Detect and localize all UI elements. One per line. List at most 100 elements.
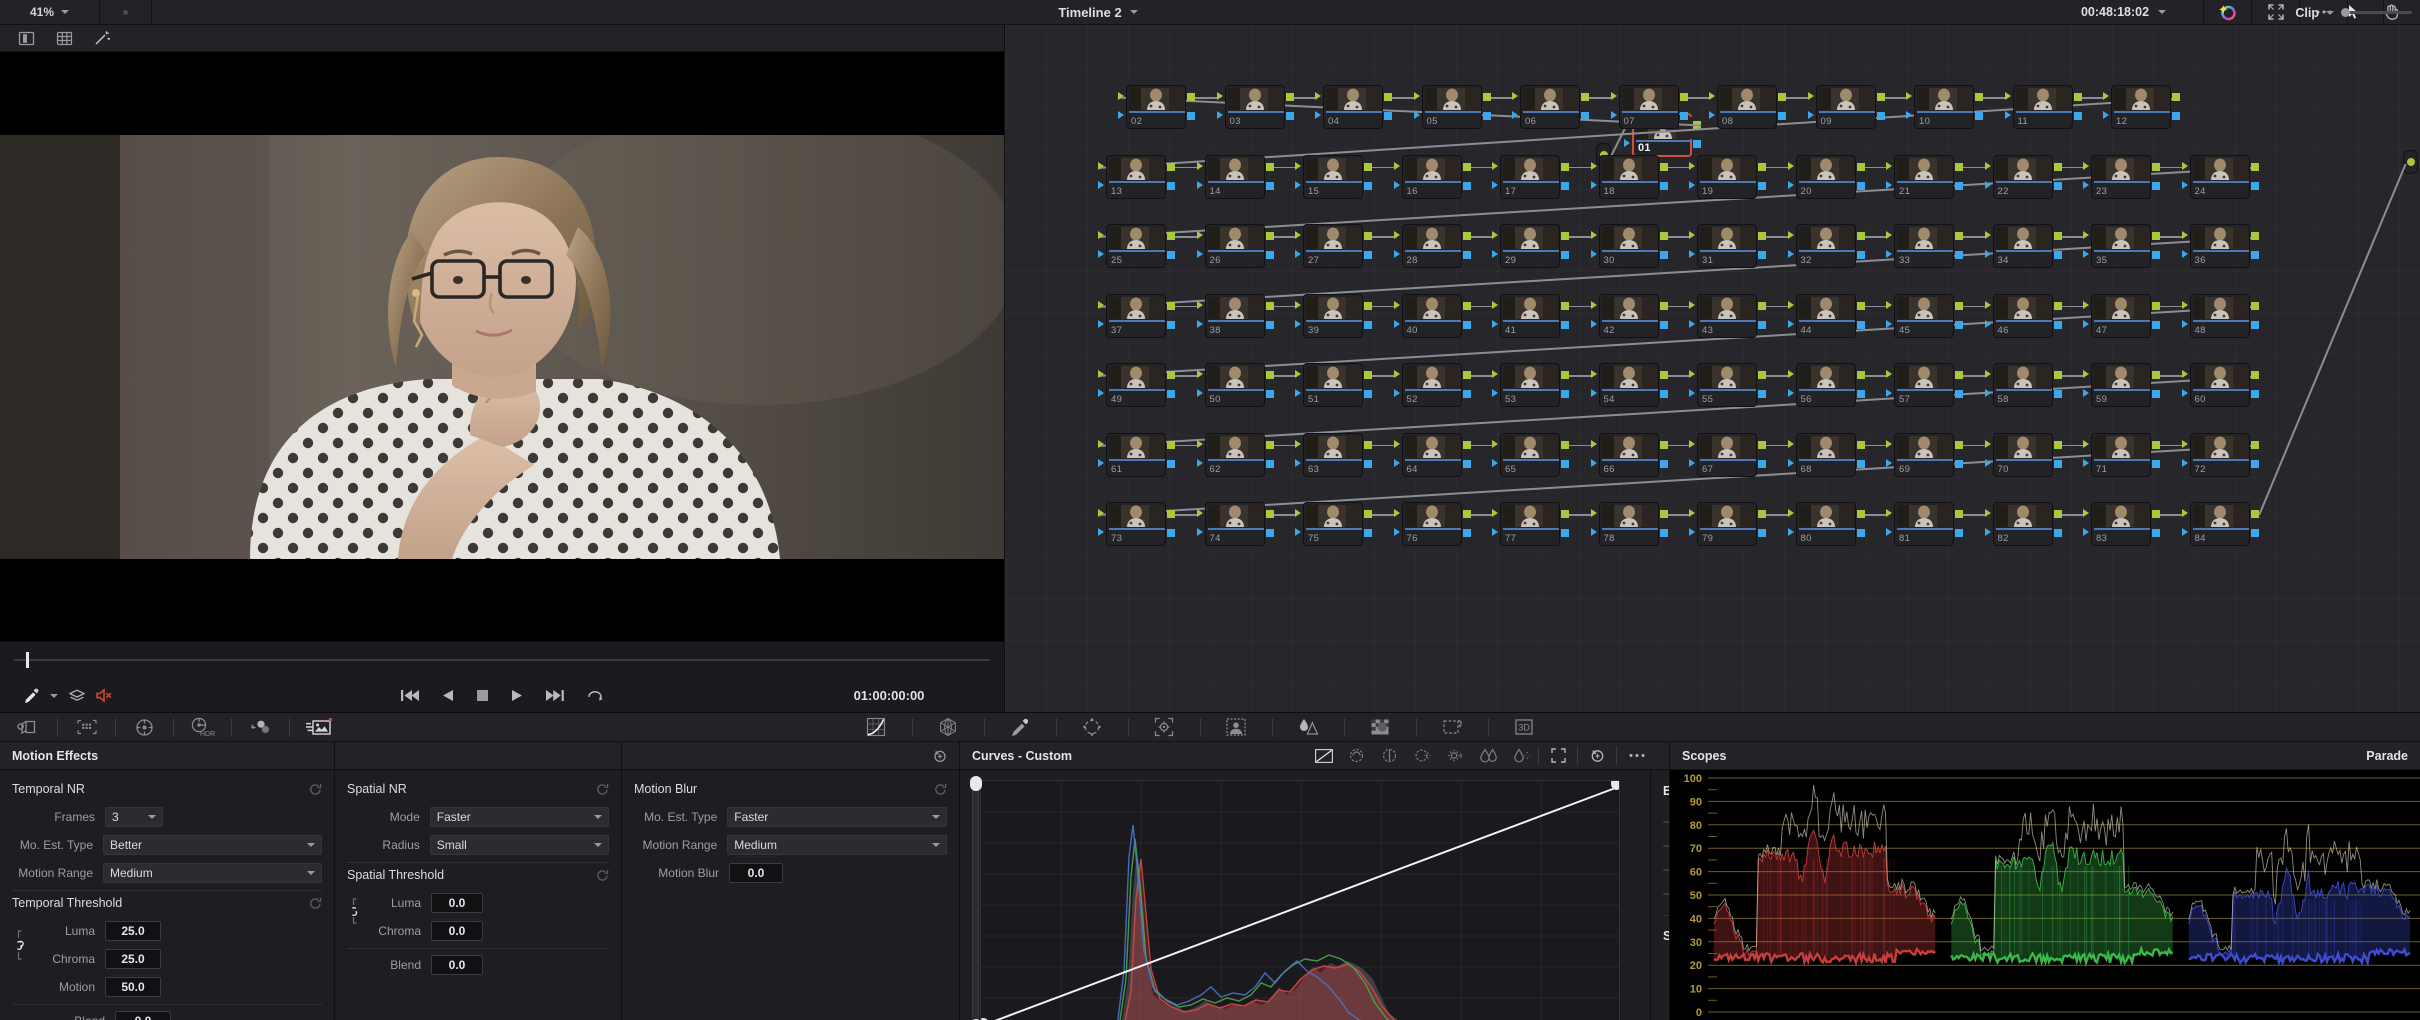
fullscreen-button[interactable]: [2252, 0, 2300, 25]
node-input-port[interactable]: [1512, 92, 1518, 100]
curves-more-options-button[interactable]: [1617, 753, 1657, 758]
reset-temporal-nr-button[interactable]: [309, 783, 322, 796]
node[interactable]: 82: [1992, 502, 2053, 546]
node[interactable]: 03: [1224, 85, 1285, 129]
node-input-port[interactable]: [1689, 300, 1695, 309]
node-key-input-port[interactable]: [1886, 389, 1892, 397]
mo-est-type-select[interactable]: Better: [103, 834, 322, 855]
node-input-port[interactable]: [1689, 509, 1695, 517]
node-key-input-port[interactable]: [1393, 458, 1400, 467]
node-key-input-port[interactable]: [1098, 458, 1104, 467]
node-key-input-port[interactable]: [1886, 319, 1892, 328]
node-output-port[interactable]: [1364, 371, 1372, 379]
temporal-blend-input[interactable]: 0.0: [115, 1010, 171, 1020]
node-key-output-port[interactable]: [2250, 251, 2259, 259]
node-key-input-port[interactable]: [1098, 250, 1104, 258]
color-warper-button[interactable]: [116, 713, 173, 742]
curve-plot[interactable]: [980, 780, 1620, 1020]
node-key-input-port[interactable]: [2181, 389, 2188, 397]
node-output-port[interactable]: [1758, 232, 1766, 240]
node-key-input-port[interactable]: [1492, 389, 1498, 397]
node-output-port[interactable]: [2152, 371, 2160, 379]
node-output-port[interactable]: [1167, 162, 1175, 171]
node-input-port[interactable]: [1492, 231, 1498, 239]
node-output-port[interactable]: [2053, 301, 2062, 310]
node-key-input-port[interactable]: [1886, 528, 1892, 536]
node-key-input-port[interactable]: [1906, 111, 1912, 119]
spatial-luma-input[interactable]: 0.0: [431, 892, 483, 913]
node-output-port[interactable]: [1758, 510, 1766, 518]
node-input-port[interactable]: [1984, 300, 1991, 309]
node-key-output-port[interactable]: [2152, 251, 2160, 259]
parade-scope[interactable]: 100 90 80 70 60 50 40 30 20 10 0: [1670, 770, 2420, 1020]
node-input-port[interactable]: [2181, 439, 2188, 448]
node-input-port[interactable]: [1787, 439, 1794, 448]
reset-spatial-threshold-button[interactable]: [596, 869, 609, 882]
node-key-output-port[interactable]: [2053, 251, 2062, 259]
node[interactable]: 71: [2091, 432, 2151, 477]
node[interactable]: 75: [1303, 502, 1363, 546]
lum-vs-sat-button[interactable]: [1439, 748, 1472, 763]
node-key-input-port[interactable]: [1118, 111, 1124, 119]
node-output-port[interactable]: [1285, 93, 1294, 101]
node-input-port[interactable]: [2103, 92, 2109, 100]
link-luma-chroma-button[interactable]: [14, 927, 28, 963]
node-output-port[interactable]: [1955, 232, 1963, 240]
node-key-output-port[interactable]: [2053, 529, 2062, 537]
node-input-port[interactable]: [2181, 161, 2188, 170]
node-key-output-port[interactable]: [1955, 459, 1963, 468]
video-viewer[interactable]: [0, 52, 1004, 641]
node-input-port[interactable]: [1196, 370, 1203, 378]
node-input-port[interactable]: [1492, 439, 1498, 448]
node-key-input-port[interactable]: [2083, 458, 2089, 467]
node-output-port[interactable]: [1955, 440, 1963, 449]
node[interactable]: 33: [1894, 224, 1954, 268]
node-key-output-port[interactable]: [1167, 251, 1175, 259]
node-key-output-port[interactable]: [1659, 529, 1668, 537]
node[interactable]: 74: [1204, 502, 1265, 546]
node[interactable]: 09: [1815, 85, 1876, 129]
node-key-output-port[interactable]: [1167, 459, 1175, 468]
node-input-port[interactable]: [1393, 370, 1400, 378]
node[interactable]: 79: [1697, 502, 1757, 546]
node-input-port[interactable]: [2181, 509, 2188, 517]
node-output-port[interactable]: [2053, 510, 2062, 518]
node-input-port[interactable]: [1886, 231, 1892, 239]
reset-temporal-threshold-button[interactable]: [309, 897, 322, 910]
node-output-port[interactable]: [1955, 510, 1963, 518]
node[interactable]: 42: [1598, 293, 1659, 338]
node-key-output-port[interactable]: [1856, 181, 1865, 190]
node[interactable]: 20: [1795, 154, 1856, 199]
node-key-input-port[interactable]: [2083, 180, 2089, 189]
node-output-port[interactable]: [1659, 301, 1668, 310]
node-output-port[interactable]: [1561, 510, 1569, 518]
node-input-port[interactable]: [1807, 92, 1814, 100]
node-key-input-port[interactable]: [1413, 111, 1420, 119]
node[interactable]: 61: [1106, 432, 1166, 477]
node-output-port[interactable]: [1679, 93, 1688, 101]
curve-graph-area[interactable]: [970, 776, 1620, 1020]
node-key-input-port[interactable]: [1689, 528, 1695, 536]
timeline-selector[interactable]: Timeline 2: [152, 0, 2044, 25]
node-key-input-port[interactable]: [2083, 528, 2089, 536]
node-key-output-port[interactable]: [2172, 112, 2180, 120]
playhead[interactable]: [26, 652, 29, 668]
split-screen-button[interactable]: [8, 27, 44, 50]
node-output-port[interactable]: [2172, 93, 2180, 101]
node-input-port[interactable]: [1984, 231, 1991, 239]
node[interactable]: 53: [1500, 363, 1560, 407]
node-output-port[interactable]: [1758, 371, 1766, 379]
node-input-port[interactable]: [1610, 92, 1617, 100]
curve-y-slider[interactable]: [972, 780, 979, 1020]
node-output-port[interactable]: [2152, 232, 2160, 240]
loop-icon[interactable]: [587, 689, 603, 703]
magic-wand-button[interactable]: [84, 27, 120, 50]
node-input-port[interactable]: [1295, 439, 1301, 448]
node-output-port[interactable]: [1758, 301, 1766, 310]
node-key-output-port[interactable]: [1856, 459, 1865, 468]
zoom-level-control[interactable]: 41%: [0, 0, 100, 25]
node[interactable]: 81: [1894, 502, 1954, 546]
node-key-input-port[interactable]: [1393, 250, 1400, 258]
node-key-output-port[interactable]: [1364, 459, 1372, 468]
node[interactable]: 45: [1894, 293, 1954, 338]
